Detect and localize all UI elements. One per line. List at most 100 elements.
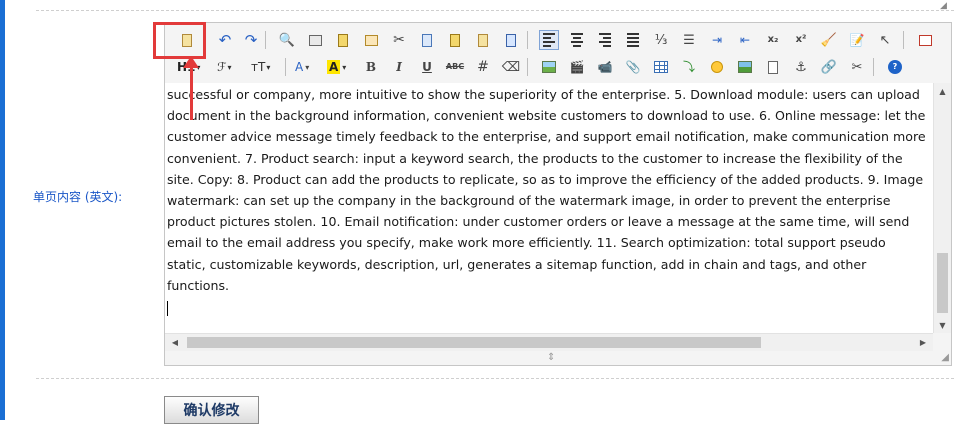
paste-text-button[interactable]: [473, 30, 493, 50]
outdent-icon: ⇤: [739, 33, 751, 47]
copy-button[interactable]: [417, 30, 437, 50]
font-color-dropdown[interactable]: A ▾: [295, 57, 309, 77]
fullscreen-button[interactable]: [915, 30, 935, 50]
vertical-scroll-thumb[interactable]: [937, 253, 948, 313]
scroll-down-icon[interactable]: ▼: [934, 317, 951, 333]
chevron-down-icon: ▾: [266, 62, 271, 72]
underline-button[interactable]: U: [417, 57, 437, 77]
insert-media-button[interactable]: 📹: [595, 57, 615, 77]
scroll-up-icon[interactable]: ▲: [934, 83, 951, 99]
scroll-right-icon[interactable]: ▶: [915, 334, 931, 351]
cursor-icon: ↖: [879, 32, 891, 48]
align-justify-icon: [627, 33, 639, 47]
toolbar-row-1: ↶ ↷ 🔍 ✂ ⅓ ☰ ⇥ ⇤ x₂ x² 🧹 📝 ↖: [165, 28, 951, 54]
underline-label: U: [422, 60, 432, 74]
paste-button[interactable]: [445, 30, 465, 50]
insert-image-icon: [542, 61, 556, 73]
insert-line-icon: ⤵: [682, 60, 695, 74]
subscript-button[interactable]: x₂: [763, 30, 783, 50]
toolbar-separator: [527, 31, 528, 49]
italic-button[interactable]: I: [389, 57, 409, 77]
preview-button[interactable]: 🔍: [277, 30, 297, 50]
scroll-left-icon[interactable]: ◀: [167, 334, 183, 351]
emoticon-button[interactable]: [707, 57, 727, 77]
horizontal-rule-button[interactable]: #: [473, 57, 493, 77]
align-left-icon: [543, 33, 555, 47]
template-button[interactable]: [333, 30, 353, 50]
text-caret: [167, 301, 168, 316]
clear-format-button[interactable]: 🧹: [819, 30, 839, 50]
eraser-button[interactable]: ⌫: [501, 57, 521, 77]
code-button[interactable]: [361, 30, 381, 50]
horizontal-scroll-thumb[interactable]: [187, 337, 761, 348]
anchor-button[interactable]: ⚓: [791, 57, 811, 77]
toolbar-separator: [873, 58, 874, 76]
horizontal-scrollbar[interactable]: ◀ ▶: [165, 333, 933, 351]
editor-toolbar: ↶ ↷ 🔍 ✂ ⅓ ☰ ⇥ ⇤ x₂ x² 🧹 📝 ↖ H1 ▾ ℱ ▾ тT …: [165, 23, 951, 83]
insert-hr-button[interactable]: ⤵: [679, 57, 699, 77]
gallery-icon: [738, 61, 752, 73]
indent-icon: ⇥: [711, 33, 723, 47]
insert-table-button[interactable]: [651, 57, 671, 77]
fullscreen-icon: [918, 34, 932, 46]
top-resize-grip-icon: ◢: [940, 1, 947, 11]
superscript-label: x²: [795, 34, 807, 45]
indent-button[interactable]: ⇥: [707, 30, 727, 50]
toolbar-separator: [903, 31, 904, 49]
font-family-label: ℱ: [217, 60, 227, 74]
table-icon: [654, 61, 668, 73]
paste-word-button[interactable]: [501, 30, 521, 50]
font-color-label: A: [295, 60, 304, 74]
undo-button[interactable]: ↶: [215, 30, 235, 50]
insert-image-button[interactable]: [539, 57, 559, 77]
cut-button[interactable]: ✂: [389, 30, 409, 50]
scissors-icon: ✂: [393, 32, 405, 48]
image-gallery-button[interactable]: [735, 57, 755, 77]
link-button[interactable]: 🔗: [819, 57, 839, 77]
print-button[interactable]: [305, 30, 325, 50]
insert-flash-button[interactable]: 🎬: [567, 57, 587, 77]
page-break-icon: [768, 60, 778, 74]
redo-button[interactable]: ↷: [241, 30, 261, 50]
smiley-icon: [711, 61, 723, 73]
top-divider: [36, 10, 954, 11]
vertical-scrollbar[interactable]: ▲ ▼: [933, 83, 951, 333]
page-break-button[interactable]: [763, 57, 783, 77]
align-justify-button[interactable]: [623, 30, 643, 50]
help-button[interactable]: ?: [885, 57, 905, 77]
font-size-dropdown[interactable]: тT ▾: [251, 57, 270, 77]
editor-resize-bar[interactable]: ⇕ ◢: [165, 351, 951, 365]
ordered-list-icon: ⅓: [654, 32, 668, 48]
unordered-list-icon: ☰: [683, 32, 695, 48]
bold-label: B: [365, 60, 377, 74]
media-icon: 📹: [597, 60, 613, 74]
undo-icon: ↶: [218, 30, 232, 49]
cursor-button[interactable]: ↖: [875, 30, 895, 50]
font-family-dropdown[interactable]: ℱ ▾: [217, 57, 231, 77]
bold-button[interactable]: B: [361, 57, 381, 77]
editor-content-text: successful or company, more intuitive to…: [167, 87, 926, 293]
print-icon: [308, 34, 322, 46]
align-right-button[interactable]: [595, 30, 615, 50]
toolbar-separator: [285, 58, 286, 76]
ordered-list-button[interactable]: ⅓: [651, 30, 671, 50]
annotation-highlight-box: [153, 22, 206, 59]
unordered-list-button[interactable]: ☰: [679, 30, 699, 50]
resize-grip-icon[interactable]: ⇕: [547, 353, 555, 363]
superscript-button[interactable]: x²: [791, 30, 811, 50]
corner-resize-icon[interactable]: ◢: [941, 353, 949, 363]
left-accent-stripe: [0, 0, 5, 420]
attachment-button[interactable]: 📎: [623, 57, 643, 77]
highlight-color-dropdown[interactable]: A ▾: [327, 57, 346, 77]
align-left-button[interactable]: [539, 30, 559, 50]
strikethrough-label: ABC: [445, 62, 465, 71]
select-all-button[interactable]: 📝: [847, 30, 867, 50]
select-all-icon: 📝: [849, 33, 865, 47]
outdent-button[interactable]: ⇤: [735, 30, 755, 50]
align-center-button[interactable]: [567, 30, 587, 50]
strikethrough-button[interactable]: ABC: [445, 57, 465, 77]
editor-content-area[interactable]: successful or company, more intuitive to…: [165, 83, 933, 333]
unlink-button[interactable]: ✂: [847, 57, 867, 77]
eraser-icon: ⌫: [501, 59, 521, 75]
subscript-label: x₂: [767, 34, 779, 45]
